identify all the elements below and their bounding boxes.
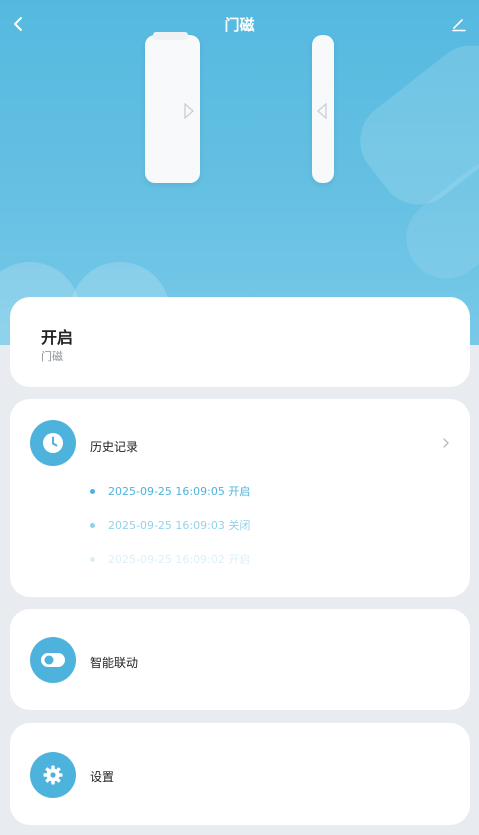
hero-banner: [0, 0, 479, 345]
smart-linkage-card[interactable]: 智能联动: [10, 609, 470, 710]
history-icon-circle: [30, 420, 76, 466]
history-record: 2025-09-25 16:09:05 开启: [90, 483, 250, 499]
chevron-right-icon[interactable]: [440, 437, 452, 449]
history-record-text: 2025-09-25 16:09:05 开启: [108, 485, 251, 498]
sensor-arrow-left-icon: [316, 103, 327, 119]
history-label: 历史记录: [90, 440, 139, 454]
door-sensor-magnet: [312, 35, 334, 183]
history-record: 2025-09-25 16:09:02 开启: [90, 551, 250, 567]
record-dot: [90, 488, 95, 494]
edit-button[interactable]: [447, 12, 471, 36]
settings-label: 设置: [90, 770, 115, 784]
gear-icon: [43, 765, 63, 785]
toggle-icon: [41, 653, 65, 667]
status-value: 开启: [41, 328, 74, 347]
history-card[interactable]: 历史记录 2025-09-25 16:09:05 开启 2025-09-25 1…: [10, 399, 470, 597]
status-card: 开启 门磁: [10, 297, 470, 387]
history-record-text: 2025-09-25 16:09:03 关闭: [108, 519, 251, 532]
door-sensor-body: [145, 32, 200, 183]
smart-linkage-label: 智能联动: [90, 656, 139, 670]
history-record: 2025-09-25 16:09:03 关闭: [90, 517, 250, 533]
settings-icon-circle: [30, 752, 76, 798]
sensor-arrow-right-icon: [184, 103, 195, 119]
page-title: 门磁: [224, 16, 255, 34]
top-bar: 门磁: [0, 0, 479, 48]
record-dot: [90, 522, 95, 528]
clock-icon: [43, 433, 63, 453]
settings-card[interactable]: 设置: [10, 723, 470, 825]
record-dot: [90, 556, 95, 562]
linkage-icon-circle: [30, 637, 76, 683]
status-subtitle: 门磁: [41, 350, 63, 363]
pencil-icon: [452, 19, 466, 32]
history-record-text: 2025-09-25 16:09:02 开启: [108, 553, 251, 566]
